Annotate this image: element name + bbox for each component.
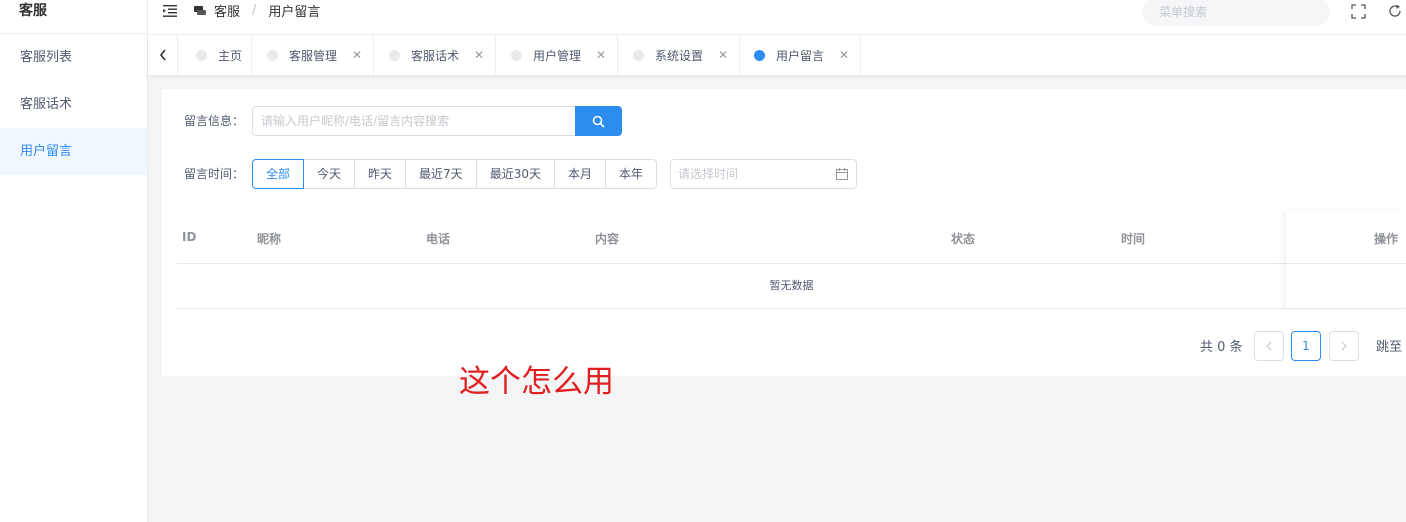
pagination-jump-label: 跳至	[1376, 340, 1403, 355]
breadcrumb-separator: /	[252, 3, 257, 18]
close-icon[interactable]: ✕	[352, 48, 362, 62]
sidebar-item-service-scripts[interactable]: 客服话术	[0, 81, 147, 128]
tab-label: 用户留言	[776, 48, 825, 63]
chevron-left-icon	[159, 49, 166, 61]
fullscreen-icon[interactable]	[1351, 4, 1366, 19]
time-option-this-year[interactable]: 本年	[604, 159, 657, 189]
search-icon	[592, 115, 605, 128]
column-header-id: ID	[182, 230, 197, 244]
tab-label: 客服管理	[289, 48, 338, 63]
time-option-today[interactable]: 今天	[303, 159, 356, 189]
tab-label: 客服话术	[411, 48, 460, 63]
chevron-right-icon	[1341, 341, 1347, 351]
sidebar-title: 客服	[0, 0, 147, 34]
time-option-yesterday[interactable]: 昨天	[354, 159, 407, 189]
sidebar-item-user-messages[interactable]: 用户留言	[0, 128, 147, 175]
pagination-next-button[interactable]	[1329, 331, 1359, 361]
column-header-nickname: 昵称	[257, 232, 282, 246]
time-filter-label: 留言时间：	[184, 167, 245, 181]
tab-status-dot	[389, 49, 400, 61]
close-icon[interactable]: ✕	[474, 48, 484, 62]
refresh-icon[interactable]	[1388, 4, 1402, 18]
column-header-status: 状态	[951, 232, 976, 246]
date-picker-placeholder: 请选择时间	[678, 167, 739, 181]
tab-service-scripts[interactable]: 客服话术 ✕	[374, 35, 496, 75]
breadcrumb: 客服 / 用户留言	[194, 1, 320, 20]
tab-status-dot	[754, 49, 765, 61]
close-icon[interactable]: ✕	[839, 48, 849, 62]
tab-bar: 主页 客服管理 ✕ 客服话术 ✕ 用户管理 ✕ 系统设置 ✕ 用户留言 ✕	[148, 35, 1406, 75]
column-header-content: 内容	[595, 232, 620, 246]
tab-status-dot	[196, 49, 207, 61]
tabs-scroll-left-button[interactable]	[148, 35, 178, 75]
fixed-column-shadow	[1286, 211, 1406, 309]
tab-customer-service-management[interactable]: 客服管理 ✕	[252, 35, 374, 75]
menu-search-input[interactable]	[1142, 0, 1330, 26]
time-option-this-month[interactable]: 本月	[553, 159, 606, 189]
tab-system-settings[interactable]: 系统设置 ✕	[618, 35, 740, 75]
close-icon[interactable]: ✕	[718, 48, 728, 62]
column-header-phone: 电话	[426, 232, 451, 246]
chevron-left-icon	[1266, 341, 1272, 351]
calendar-icon	[836, 168, 848, 180]
tab-label: 系统设置	[655, 48, 704, 63]
table-header: ID 昵称 电话 内容 状态 时间 操作	[177, 213, 1406, 264]
pagination-prev-button[interactable]	[1254, 331, 1284, 361]
time-option-all[interactable]: 全部	[252, 159, 305, 189]
sidebar: 客服 客服列表 客服话术 用户留言	[0, 0, 148, 522]
message-filter-label: 留言信息：	[184, 114, 245, 128]
tab-user-messages[interactable]: 用户留言 ✕	[740, 35, 861, 75]
search-button[interactable]	[575, 106, 622, 136]
pagination-page-1[interactable]: 1	[1291, 331, 1321, 361]
date-range-picker[interactable]: 请选择时间	[670, 159, 857, 189]
table-empty-text: 暂无数据	[177, 264, 1406, 309]
column-header-time: 时间	[1121, 232, 1146, 246]
tab-user-management[interactable]: 用户管理 ✕	[496, 35, 618, 75]
breadcrumb-item-customer-service[interactable]: 客服	[214, 1, 240, 20]
message-search-input[interactable]	[252, 106, 576, 136]
chat-icon	[194, 5, 206, 15]
tab-status-dot	[267, 49, 278, 61]
tab-status-dot	[511, 49, 522, 61]
sidebar-item-customer-service-list[interactable]: 客服列表	[0, 34, 147, 81]
time-range-group: 全部 今天 昨天 最近7天 最近30天 本月 本年	[252, 159, 657, 189]
pagination-total: 共 0 条	[1200, 340, 1243, 355]
time-option-last-7-days[interactable]: 最近7天	[405, 159, 477, 189]
breadcrumb-item-current: 用户留言	[268, 5, 321, 20]
tab-label: 主页	[218, 48, 243, 63]
content-card: 留言信息： 留言时间： 全部 今天 昨天 最近7天 最近30天 本月 本年 请选…	[162, 89, 1406, 376]
messages-table: ID 昵称 电话 内容 状态 时间 操作 暂无数据	[177, 213, 1406, 309]
menu-fold-icon[interactable]	[163, 4, 179, 18]
tab-label: 用户管理	[533, 48, 582, 63]
app-root: 客服 客服列表 客服话术 用户留言 客服 / 用户留言 菜单搜索 主页 客服管理…	[0, 0, 1406, 522]
time-option-last-30-days[interactable]: 最近30天	[475, 159, 555, 189]
top-header: 客服 / 用户留言	[148, 0, 1406, 35]
annotation-text: 这个怎么用	[459, 364, 614, 400]
close-icon[interactable]: ✕	[596, 48, 606, 62]
tab-home[interactable]: 主页	[178, 35, 252, 75]
tab-status-dot	[633, 49, 644, 61]
